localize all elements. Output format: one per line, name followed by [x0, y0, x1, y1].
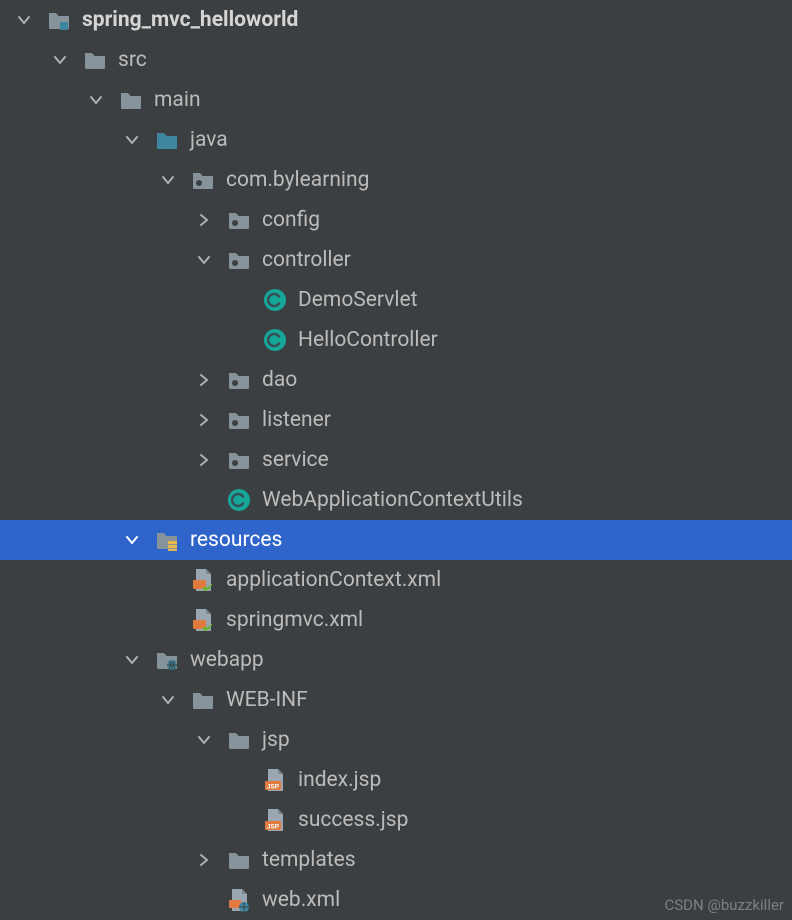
folder-gray-icon	[82, 47, 108, 73]
tree-row-label: web.xml	[262, 880, 340, 920]
class-icon	[262, 327, 288, 353]
tree-row[interactable]: JSP index.jsp	[0, 760, 792, 800]
chevron-down-icon[interactable]	[120, 648, 144, 672]
chevron-down-icon[interactable]	[84, 88, 108, 112]
tree-row-label: com.bylearning	[226, 160, 369, 200]
tree-row[interactable]: templates	[0, 840, 792, 880]
tree-row-label: HelloController	[298, 320, 438, 360]
jsp-icon: JSP	[262, 767, 288, 793]
tree-row-label: jsp	[262, 720, 290, 760]
tree-row-label: dao	[262, 360, 297, 400]
tree-row-label: templates	[262, 840, 356, 880]
tree-row-label: WebApplicationContextUtils	[262, 480, 523, 520]
tree-row[interactable]: web.xml	[0, 880, 792, 920]
tree-row-label: webapp	[190, 640, 264, 680]
tree-row[interactable]: springmvc.xml	[0, 600, 792, 640]
tree-row[interactable]: spring_mvc_helloworld	[0, 0, 792, 40]
tree-row-label: main	[154, 80, 201, 120]
tree-row[interactable]: dao	[0, 360, 792, 400]
chevron-right-icon[interactable]	[192, 208, 216, 232]
tree-row-label: service	[262, 440, 329, 480]
web-xml-icon	[226, 887, 252, 913]
folder-gray-icon	[226, 847, 252, 873]
chevron-down-icon[interactable]	[120, 128, 144, 152]
spring-xml-icon	[190, 567, 216, 593]
chevron-right-icon[interactable]	[192, 408, 216, 432]
chevron-down-icon[interactable]	[48, 48, 72, 72]
tree-row-label: spring_mvc_helloworld	[82, 0, 298, 40]
class-icon	[262, 287, 288, 313]
tree-row[interactable]: java	[0, 120, 792, 160]
tree-row[interactable]: main	[0, 80, 792, 120]
tree-row-label: DemoServlet	[298, 280, 418, 320]
tree-row-label: success.jsp	[298, 800, 408, 840]
tree-row-label: config	[262, 200, 320, 240]
tree-row[interactable]: WEB-INF	[0, 680, 792, 720]
tree-row-label: springmvc.xml	[226, 600, 363, 640]
chevron-down-icon[interactable]	[156, 168, 180, 192]
package-icon	[190, 167, 216, 193]
folder-gray-icon	[226, 727, 252, 753]
tree-row[interactable]: JSP success.jsp	[0, 800, 792, 840]
tree-row-label: listener	[262, 400, 331, 440]
jsp-icon: JSP	[262, 807, 288, 833]
tree-row[interactable]: controller	[0, 240, 792, 280]
tree-row-label: applicationContext.xml	[226, 560, 441, 600]
folder-gray-icon	[190, 687, 216, 713]
chevron-down-icon[interactable]	[12, 8, 36, 32]
folder-blue-icon	[154, 127, 180, 153]
chevron-right-icon[interactable]	[192, 448, 216, 472]
folder-gray-icon	[118, 87, 144, 113]
tree-row[interactable]: com.bylearning	[0, 160, 792, 200]
package-icon	[226, 407, 252, 433]
chevron-down-icon[interactable]	[156, 688, 180, 712]
tree-row-label: index.jsp	[298, 760, 381, 800]
class-icon	[226, 487, 252, 513]
tree-row[interactable]: service	[0, 440, 792, 480]
module-icon	[46, 7, 72, 33]
tree-row[interactable]: src	[0, 40, 792, 80]
chevron-down-icon[interactable]	[192, 248, 216, 272]
tree-row[interactable]: config	[0, 200, 792, 240]
package-icon	[226, 207, 252, 233]
chevron-down-icon[interactable]	[192, 728, 216, 752]
package-icon	[226, 247, 252, 273]
tree-row[interactable]: resources	[0, 520, 792, 560]
tree-row[interactable]: WebApplicationContextUtils	[0, 480, 792, 520]
tree-row-label: controller	[262, 240, 351, 280]
chevron-down-icon[interactable]	[120, 528, 144, 552]
resources-icon	[154, 527, 180, 553]
tree-row[interactable]: webapp	[0, 640, 792, 680]
svg-text:JSP: JSP	[267, 824, 280, 831]
chevron-right-icon[interactable]	[192, 848, 216, 872]
tree-row[interactable]: jsp	[0, 720, 792, 760]
tree-row-label: resources	[190, 520, 282, 560]
package-icon	[226, 367, 252, 393]
tree-row[interactable]: listener	[0, 400, 792, 440]
spring-xml-icon	[190, 607, 216, 633]
tree-row-label: src	[118, 40, 147, 80]
tree-row-label: java	[190, 120, 228, 160]
tree-row[interactable]: DemoServlet	[0, 280, 792, 320]
chevron-right-icon[interactable]	[192, 368, 216, 392]
package-icon	[226, 447, 252, 473]
tree-row[interactable]: HelloController	[0, 320, 792, 360]
project-tree[interactable]: spring_mvc_helloworld src main java com.…	[0, 0, 792, 920]
tree-row[interactable]: applicationContext.xml	[0, 560, 792, 600]
svg-text:JSP: JSP	[267, 784, 280, 791]
tree-row-label: WEB-INF	[226, 680, 308, 720]
folder-web-icon	[154, 647, 180, 673]
